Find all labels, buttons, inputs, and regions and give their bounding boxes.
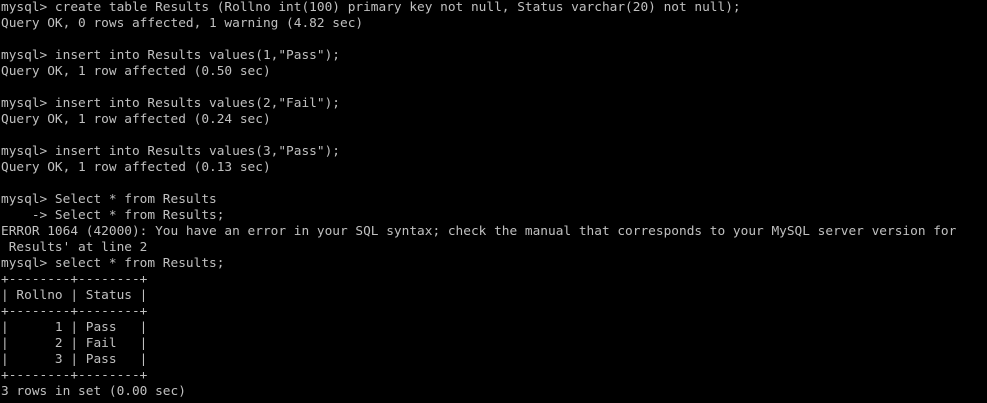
terminal-line: mysql> insert into Results values(1,"Pas… <box>1 48 340 63</box>
result-table-row: | 2 | Fail | <box>1 336 148 351</box>
terminal-line: mysql> select * from Results; <box>1 256 225 271</box>
terminal-line: Query OK, 0 rows affected, 1 warning (4.… <box>1 16 364 31</box>
error-line: Results' at line 2 <box>1 240 148 255</box>
terminal-line: -> Select * from Results; <box>1 208 225 223</box>
terminal-line: mysql> insert into Results values(2,"Fai… <box>1 96 340 111</box>
terminal-line: mysql> insert into Results values(3,"Pas… <box>1 144 340 159</box>
result-table-row: | 1 | Pass | <box>1 320 148 335</box>
terminal-window[interactable]: mysql> create table Results (Rollno int(… <box>0 0 987 403</box>
result-table-border: +--------+--------+ <box>1 304 148 319</box>
terminal-line: mysql> Select * from Results <box>1 192 217 207</box>
terminal-line: Query OK, 1 row affected (0.50 sec) <box>1 64 271 79</box>
terminal-line: 3 rows in set (0.00 sec) <box>1 384 186 399</box>
terminal-line: mysql> create table Results (Rollno int(… <box>1 0 741 15</box>
terminal-line: Query OK, 1 row affected (0.24 sec) <box>1 112 271 127</box>
error-line: ERROR 1064 (42000): You have an error in… <box>1 224 957 239</box>
result-table-row: | 3 | Pass | <box>1 352 148 367</box>
terminal-line: Query OK, 1 row affected (0.13 sec) <box>1 160 271 175</box>
result-table-border: +--------+--------+ <box>1 368 148 383</box>
result-table-header: | Rollno | Status | <box>1 288 148 303</box>
result-table-border: +--------+--------+ <box>1 272 148 287</box>
